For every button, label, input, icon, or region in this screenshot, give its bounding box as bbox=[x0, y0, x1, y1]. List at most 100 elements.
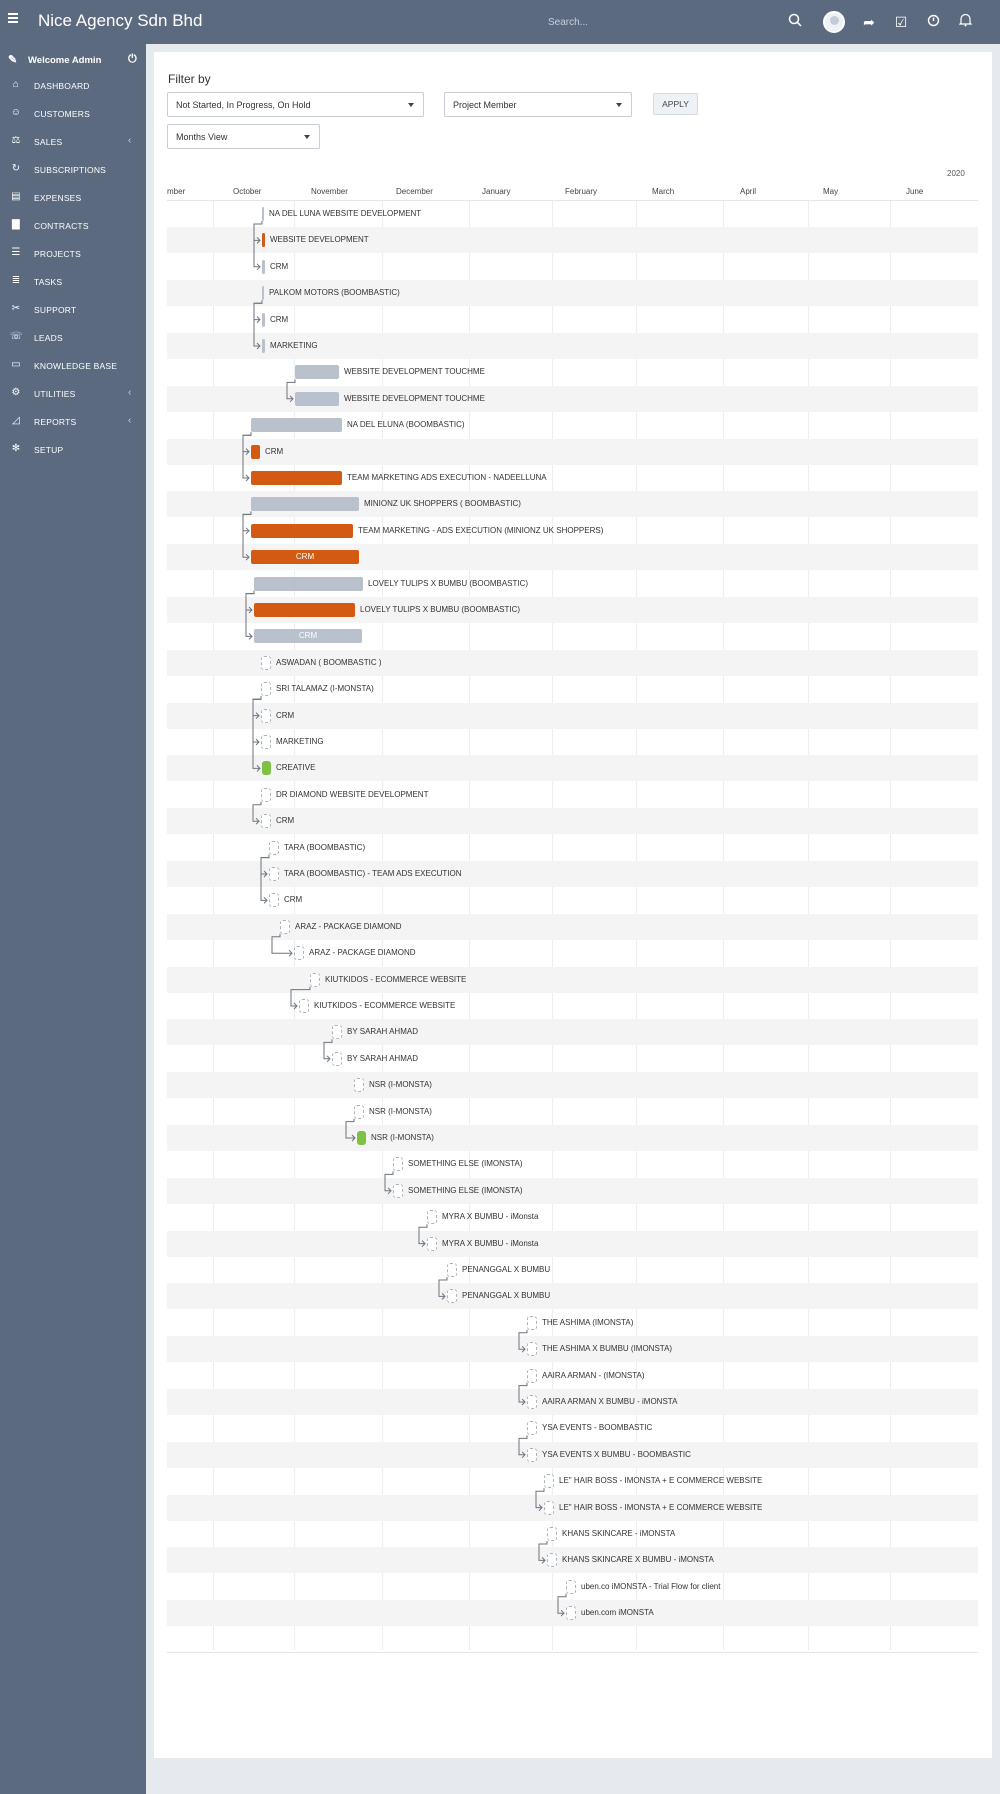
view-select[interactable]: Months View bbox=[167, 124, 320, 149]
task-bar[interactable] bbox=[269, 867, 279, 881]
task-label: MARKETING bbox=[276, 737, 324, 746]
task-bar[interactable] bbox=[261, 787, 271, 802]
task-bar[interactable]: CRM bbox=[251, 550, 359, 565]
share-icon[interactable]: ➦ bbox=[859, 12, 879, 32]
task-label: ARAZ - PACKAGE DIAMOND bbox=[309, 948, 416, 958]
gantt-row bbox=[167, 993, 978, 1019]
bell-icon[interactable] bbox=[955, 12, 975, 32]
task-bar[interactable] bbox=[427, 1210, 437, 1225]
task-bar[interactable] bbox=[393, 1183, 403, 1198]
status-filter-select[interactable]: Not Started, In Progress, On Hold bbox=[167, 92, 424, 117]
clock-icon[interactable] bbox=[923, 12, 943, 32]
task-bar[interactable] bbox=[527, 1395, 537, 1409]
sidebar-item-reports[interactable]: ◿ REPORTS ‹ bbox=[0, 411, 146, 433]
task-bar[interactable] bbox=[262, 286, 264, 301]
task-label: LOVELY TULIPS X BUMBU (BOOMBASTIC) bbox=[360, 605, 521, 614]
brand-name[interactable]: Nice Agency Sdn Bhd bbox=[38, 11, 202, 31]
task-bar[interactable] bbox=[295, 391, 339, 406]
sidebar: ✎ Welcome Admin ⏻ ⌂ DASHBOARD ☺ CUSTOMERS … bbox=[0, 44, 146, 1794]
task-label: THE ASHIMA X BUMBU (IMONSTA) bbox=[542, 1344, 673, 1354]
task-bar[interactable] bbox=[261, 735, 271, 749]
task-bar[interactable] bbox=[262, 339, 265, 353]
task-bar[interactable] bbox=[262, 207, 264, 221]
sidebar-item-contracts[interactable]: ▇ CONTRACTS bbox=[0, 215, 146, 237]
task-label: LE" HAIR BOSS - IMONSTA + E COMMERCE WEB… bbox=[559, 1476, 763, 1486]
sidebar-item-leads[interactable]: ☏ LEADS bbox=[0, 327, 146, 349]
task-bar[interactable] bbox=[354, 1078, 364, 1093]
sidebar-item-projects[interactable]: ☰ PROJECTS bbox=[0, 243, 146, 265]
task-bar[interactable] bbox=[310, 972, 320, 987]
task-label: TARA (BOOMBASTIC) - TEAM ADS EXECUTION bbox=[284, 869, 462, 878]
task-bar[interactable] bbox=[547, 1553, 557, 1568]
sidebar-item-knowledge-base[interactable]: ▭ KNOWLEDGE BASE bbox=[0, 355, 146, 377]
task-bar[interactable] bbox=[280, 919, 290, 934]
task-bar[interactable] bbox=[527, 1368, 537, 1383]
task-bar[interactable] bbox=[527, 1342, 537, 1357]
member-filter-select[interactable]: Project Member bbox=[444, 92, 632, 117]
todo-icon[interactable]: ☑ bbox=[891, 12, 911, 32]
task-bar[interactable] bbox=[566, 1579, 576, 1594]
task-bar[interactable] bbox=[527, 1315, 537, 1330]
search-input[interactable] bbox=[548, 12, 798, 32]
task-bar[interactable] bbox=[332, 1025, 342, 1040]
task-bar[interactable] bbox=[354, 1104, 364, 1119]
task-bar[interactable] bbox=[566, 1606, 576, 1621]
sidebar-item-sales[interactable]: ⚖ SALES ‹ bbox=[0, 131, 146, 153]
task-bar[interactable] bbox=[261, 682, 271, 697]
gantt-row bbox=[167, 1151, 978, 1177]
task-bar[interactable] bbox=[547, 1527, 557, 1541]
task-bar[interactable] bbox=[254, 576, 363, 591]
file-icon: ▤ bbox=[11, 191, 21, 202]
task-bar[interactable]: CRM bbox=[254, 629, 362, 644]
task-bar[interactable] bbox=[527, 1447, 537, 1462]
chevron-left-icon: ‹ bbox=[128, 387, 132, 398]
task-bar[interactable] bbox=[295, 365, 339, 380]
sidebar-item-utilities[interactable]: ⚙ UTILITIES ‹ bbox=[0, 383, 146, 405]
sidebar-item-tasks[interactable]: ≣ TASKS bbox=[0, 271, 146, 293]
task-bar[interactable] bbox=[254, 603, 355, 617]
task-label: SOMETHING ELSE (IMONSTA) bbox=[408, 1159, 523, 1169]
task-bar[interactable] bbox=[527, 1421, 537, 1436]
task-bar[interactable] bbox=[261, 655, 271, 670]
task-bar[interactable] bbox=[262, 233, 265, 248]
task-bar[interactable] bbox=[393, 1157, 403, 1172]
task-bar[interactable] bbox=[251, 471, 342, 485]
task-bar[interactable] bbox=[262, 312, 265, 327]
user-avatar[interactable] bbox=[823, 11, 845, 33]
menu-toggle-icon[interactable] bbox=[8, 13, 20, 29]
task-bar[interactable] bbox=[251, 444, 260, 459]
task-label: NA DEL LUNA WEBSITE DEVELOPMENT bbox=[269, 209, 422, 218]
task-bar[interactable] bbox=[294, 946, 304, 961]
gantt-row bbox=[167, 1230, 978, 1257]
power-icon[interactable]: ⏻ bbox=[128, 53, 137, 66]
task-bar[interactable] bbox=[332, 1051, 342, 1066]
task-bar[interactable] bbox=[262, 259, 265, 274]
tasks-icon: ≣ bbox=[11, 275, 21, 286]
search-icon[interactable] bbox=[785, 12, 805, 32]
sidebar-item-dashboard[interactable]: ⌂ DASHBOARD bbox=[0, 75, 146, 97]
task-bar[interactable] bbox=[269, 893, 279, 908]
task-bar[interactable] bbox=[251, 497, 359, 512]
gantt-row bbox=[167, 438, 978, 465]
sidebar-item-setup[interactable]: ✻ SETUP bbox=[0, 439, 146, 461]
task-bar[interactable] bbox=[544, 1474, 554, 1489]
task-bar[interactable] bbox=[251, 418, 342, 433]
task-bar[interactable] bbox=[447, 1289, 457, 1304]
task-bar[interactable] bbox=[251, 523, 353, 538]
sidebar-item-expenses[interactable]: ▤ EXPENSES bbox=[0, 187, 146, 209]
apply-button[interactable]: APPLY bbox=[653, 93, 698, 115]
welcome-row: ✎ Welcome Admin ⏻ bbox=[0, 50, 146, 72]
task-bar[interactable] bbox=[447, 1263, 457, 1277]
sidebar-item-customers[interactable]: ☺ CUSTOMERS bbox=[0, 103, 146, 125]
task-bar[interactable] bbox=[261, 708, 271, 723]
task-bar[interactable] bbox=[261, 814, 271, 829]
task-bar[interactable] bbox=[427, 1236, 437, 1251]
task-bar[interactable] bbox=[544, 1500, 554, 1515]
task-bar[interactable] bbox=[262, 761, 271, 776]
sidebar-item-subscriptions[interactable]: ↻ SUBSCRIPTIONS bbox=[0, 159, 146, 181]
task-bar[interactable] bbox=[299, 999, 309, 1013]
sidebar-item-support[interactable]: ✂ SUPPORT bbox=[0, 299, 146, 321]
task-bar[interactable] bbox=[269, 840, 279, 855]
task-bar[interactable] bbox=[357, 1131, 366, 1145]
task-label: CREATIVE bbox=[276, 763, 316, 773]
